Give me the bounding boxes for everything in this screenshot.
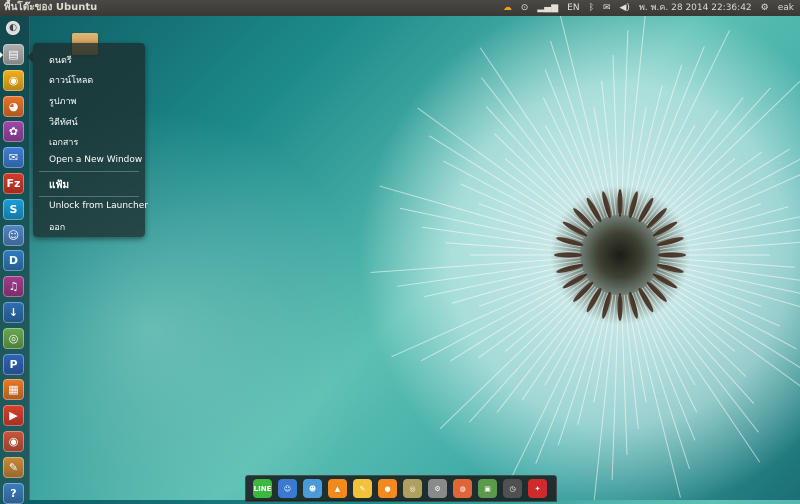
seed (617, 293, 623, 321)
media-player-icon[interactable]: ▶ (3, 405, 24, 427)
wisp-line (559, 12, 611, 217)
timer-icon[interactable]: ◷ (503, 479, 522, 498)
user-accounts-icon[interactable]: ☺ (3, 224, 24, 246)
wisp-line (424, 262, 581, 298)
deluge-icon[interactable]: P (3, 353, 24, 375)
window-title: พื้นโต๊ะของ Ubuntu (4, 2, 98, 13)
wisp-line (544, 69, 606, 219)
photo-viewer-icon[interactable]: ✿ (3, 121, 24, 143)
wisp-line (652, 278, 800, 387)
wisp-line (659, 262, 800, 294)
wisp-line (644, 97, 744, 224)
wisp-line (421, 273, 585, 362)
wisp-line (646, 87, 771, 226)
indicator-area: ☁ ⊙ ▂▄▆ EN ᛒ ✉ ◀) พ. พ.ค. 28 2014 22:36:42 ⚙ e… (503, 0, 800, 16)
pdf-icon[interactable]: ✦ (528, 479, 547, 498)
wisp-line (629, 293, 681, 498)
weather-icon[interactable]: ☁ (503, 0, 512, 16)
quicklist-item[interactable]: ดนตรี (49, 53, 72, 67)
quicklist-item[interactable]: Unlock from Launcher (49, 201, 148, 211)
wisp-line (445, 242, 581, 253)
chromium-icon[interactable]: ◎ (3, 327, 24, 349)
quicklist-separator (39, 196, 139, 197)
wisp-line (504, 158, 590, 230)
workspace-switcher-icon[interactable]: ▦ (3, 379, 24, 401)
wisp-line (656, 270, 781, 327)
files-icon[interactable]: ▤ (3, 44, 24, 65)
notes-icon[interactable]: ✎ (353, 479, 372, 498)
quicklist-item[interactable]: ดาวน์โหลด (49, 73, 93, 87)
orange-app-icon[interactable]: ● (378, 479, 397, 498)
wisp-line (637, 290, 698, 413)
screenshot-icon[interactable]: ◉ (3, 431, 24, 452)
skype-icon[interactable]: S (3, 198, 24, 220)
quicklist-item[interactable]: เอกสาร (49, 135, 78, 149)
volume-icon[interactable]: ◀) (620, 0, 630, 16)
wisp-line (542, 97, 603, 220)
launcher: ◐ ▤ ◉ ◕ ✿ ✉ Fz S ☺ D ♫ ↓ ◎ P ▦ ▶ ◉ ✎? (0, 16, 30, 504)
keyboard-layout-icon[interactable]: EN (567, 0, 579, 16)
mail-icon[interactable]: ✉ (603, 0, 611, 16)
dash-home-icon[interactable]: ◐ (6, 21, 20, 35)
dock: LINE ☺ ☻ ▲ ✎ ● ◎ ⚙ ◍ ▣ ◷ ✦ (245, 475, 557, 502)
browser-icon[interactable]: ◍ (453, 479, 472, 498)
image-icon[interactable]: ▣ (478, 479, 497, 498)
quicklist-menu: ดนตรีดาวน์โหลดรูปภาพวิดีทัศน์เอกสาร Open … (27, 43, 148, 237)
firefox-icon[interactable]: ◕ (3, 95, 24, 117)
network-signal-icon[interactable]: ▂▄▆ (537, 0, 558, 16)
wisp-line (650, 158, 736, 230)
sync-icon[interactable]: ⊙ (521, 0, 529, 16)
wisp-line (634, 291, 696, 441)
music-player-icon[interactable]: ♫ (3, 276, 24, 298)
user-name[interactable]: eak (778, 0, 794, 16)
wisp-line (612, 55, 620, 216)
wisp-line (391, 270, 584, 358)
wisp-line (469, 284, 594, 423)
dictionary-icon[interactable]: D (3, 250, 24, 272)
running-indicator (0, 52, 3, 58)
quicklist-item[interactable]: Open a New Window (49, 155, 142, 165)
top-panel: พื้นโต๊ะของ Ubuntu ☁ ⊙ ▂▄▆ EN ᛒ ✉ ◀) พ. พ.ค. 2… (0, 0, 800, 16)
vlc-icon[interactable]: ▲ (328, 479, 347, 498)
seed (554, 252, 582, 258)
wisp-line (620, 294, 628, 455)
disc-icon[interactable]: ◎ (403, 479, 422, 498)
filezilla-icon[interactable]: Fz (3, 173, 24, 194)
contacts-icon[interactable]: ☺ (278, 479, 297, 498)
wisp-line (504, 280, 590, 352)
gear-icon[interactable]: ⚙ (761, 0, 769, 16)
seed (658, 252, 686, 258)
line-icon[interactable]: LINE (253, 479, 272, 498)
wisp-line (659, 257, 795, 268)
quicklist-item[interactable]: รูปภาพ (49, 94, 76, 108)
wisp-line (650, 280, 736, 352)
clock[interactable]: พ. พ.ค. 28 2014 22:36:42 (639, 0, 752, 16)
download-manager-icon[interactable]: ↓ (3, 302, 24, 323)
image-editor-icon[interactable]: ✎ (3, 456, 24, 478)
help-icon[interactable]: ? (3, 482, 24, 504)
wisp-line (459, 183, 584, 240)
wisp-line (509, 290, 603, 480)
quicklist-item[interactable]: แฟ้ม (49, 178, 69, 193)
bluetooth-icon[interactable]: ᛒ (589, 0, 594, 16)
chrome-icon[interactable]: ◉ (3, 69, 24, 91)
wisp-line (439, 282, 592, 430)
quicklist-item[interactable]: วิดีทัศน์ (49, 115, 78, 129)
automator-icon[interactable]: ⚙ (428, 479, 447, 498)
wisp-line (496, 286, 596, 413)
finder-icon[interactable]: ☻ (303, 479, 322, 498)
quicklist-separator (39, 171, 139, 172)
wisp-line (659, 216, 800, 248)
wisp-line (655, 158, 800, 237)
quicklist-item[interactable]: ออก (49, 220, 65, 234)
seed (617, 189, 623, 217)
wisp-line (656, 174, 800, 240)
wisp-line (637, 30, 731, 220)
wisp-line (648, 80, 800, 228)
chat-icon[interactable]: ✉ (3, 147, 24, 169)
